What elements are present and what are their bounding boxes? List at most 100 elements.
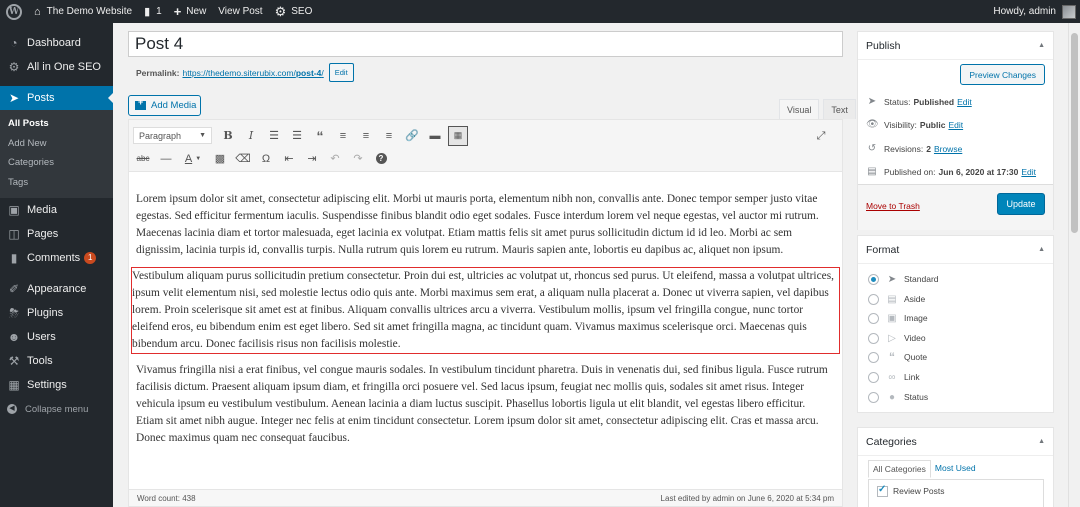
sidebar-item-label: Pages xyxy=(27,228,59,240)
edit-date-link[interactable]: Edit xyxy=(1021,167,1036,177)
format-option-image[interactable]: ▣ Image xyxy=(868,311,928,325)
undo-button[interactable]: ↶ xyxy=(325,149,345,169)
format-option-status[interactable]: ● Status xyxy=(868,390,928,404)
submenu-categories[interactable]: Categories xyxy=(0,153,113,173)
radio-button[interactable] xyxy=(868,371,879,383)
sidebar-item-posts[interactable]: ➤ Posts xyxy=(0,86,113,110)
radio-button[interactable] xyxy=(868,332,879,344)
sidebar-item-pages[interactable]: ◫ Pages xyxy=(0,222,113,246)
read-more-button[interactable]: ▬ xyxy=(425,126,445,146)
update-button[interactable]: Update xyxy=(997,193,1045,215)
new-content-menu[interactable]: + New xyxy=(168,0,213,23)
collapse-arrow-icon: ▲ xyxy=(1038,246,1045,253)
categories-list: Review Posts xyxy=(868,479,1044,507)
align-right-button[interactable]: ≡ xyxy=(379,126,399,146)
radio-button[interactable] xyxy=(868,293,879,305)
sidebar-item-comments[interactable]: ▮ Comments 1 xyxy=(0,246,113,270)
format-option-video[interactable]: ▷ Video xyxy=(868,331,926,345)
avatar xyxy=(1062,4,1076,19)
editor-content[interactable]: Lorem ipsum dolor sit amet, consectetur … xyxy=(129,172,842,447)
radio-button[interactable] xyxy=(868,391,879,403)
tab-most-used[interactable]: Most Used xyxy=(931,460,980,478)
blockquote-button[interactable]: “ xyxy=(310,126,330,146)
image-icon: ▣ xyxy=(887,312,897,324)
align-center-button[interactable]: ≡ xyxy=(356,126,376,146)
radio-button[interactable] xyxy=(868,351,879,363)
category-label: Review Posts xyxy=(893,486,945,496)
tab-all-categories[interactable]: All Categories xyxy=(868,460,931,478)
site-name-link[interactable]: ⌂ The Demo Website xyxy=(28,0,138,23)
publish-box-header[interactable]: Publish ▲ xyxy=(858,32,1053,60)
format-box-header[interactable]: Format ▲ xyxy=(858,236,1053,264)
submenu-add-new[interactable]: Add New xyxy=(0,134,113,154)
decrease-indent-button[interactable]: ⇤ xyxy=(279,149,299,169)
move-to-trash-link[interactable]: Move to Trash xyxy=(866,201,920,211)
tab-text[interactable]: Text xyxy=(823,99,856,119)
preview-changes-button[interactable]: Preview Changes xyxy=(960,64,1045,85)
paste-as-text-button[interactable]: ▩ xyxy=(210,149,230,169)
chevron-down-icon: ▼ xyxy=(199,132,206,139)
outdent-icon: ⇤ xyxy=(284,153,294,165)
align-left-icon: ≡ xyxy=(339,129,347,142)
tab-visual[interactable]: Visual xyxy=(779,99,820,119)
indent-icon: ⇥ xyxy=(307,153,317,165)
seo-menu[interactable]: ⚙ SEO xyxy=(269,0,319,23)
format-option-link[interactable]: ∞ Link xyxy=(868,370,920,384)
special-character-button[interactable]: Ω xyxy=(256,149,276,169)
sidebar-item-plugins[interactable]: ⛈ Plugins xyxy=(0,301,113,325)
insert-link-button[interactable]: 🔗 xyxy=(402,126,422,146)
format-option-standard[interactable]: ➤ Standard xyxy=(868,272,939,286)
highlighted-paragraph[interactable]: Vestibulum aliquam purus sollicitudin pr… xyxy=(131,267,840,354)
account-menu[interactable]: Howdy, admin xyxy=(987,0,1080,23)
distraction-free-button[interactable]: ⤢ xyxy=(811,126,831,146)
submenu-all-posts[interactable]: All Posts xyxy=(0,114,113,134)
browse-revisions-link[interactable]: Browse xyxy=(934,144,962,154)
wordpress-logo-button[interactable]: W xyxy=(0,0,28,23)
content-paragraph[interactable]: Lorem ipsum dolor sit amet, consectetur … xyxy=(136,191,835,259)
edit-visibility-link[interactable]: Edit xyxy=(948,120,963,130)
sidebar-item-dashboard[interactable]: ◔ Dashboard xyxy=(0,31,113,55)
category-checkbox[interactable] xyxy=(877,484,888,497)
redo-button[interactable]: ↷ xyxy=(348,149,368,169)
eraser-icon: ⌫ xyxy=(235,153,251,165)
italic-button[interactable]: I xyxy=(241,126,261,146)
align-left-button[interactable]: ≡ xyxy=(333,126,353,146)
comments-link[interactable]: ▮ 1 xyxy=(138,0,168,23)
permalink-link[interactable]: https://thedemo.siterubix.com/post-4/ xyxy=(182,68,323,78)
format-select[interactable]: Paragraph ▼ xyxy=(133,127,212,144)
sidebar-item-all-in-one-seo[interactable]: ⚙ All in One SEO xyxy=(0,55,113,79)
sidebar-item-appearance[interactable]: ✐ Appearance xyxy=(0,277,113,301)
quote-icon: “ xyxy=(889,350,895,364)
numbered-list-button[interactable]: ☰ xyxy=(287,126,307,146)
radio-button[interactable] xyxy=(868,312,879,324)
submenu-tags[interactable]: Tags xyxy=(0,173,113,193)
text-color-button[interactable]: A ▼ xyxy=(179,149,207,169)
radio-button[interactable] xyxy=(868,273,879,285)
add-media-button[interactable]: Add Media xyxy=(128,95,201,116)
sidebar-item-users[interactable]: ☻ Users xyxy=(0,325,113,349)
toolbar-toggle-button[interactable]: ▦ xyxy=(448,125,468,146)
scrollbar-thumb[interactable] xyxy=(1071,33,1078,233)
post-title-input[interactable] xyxy=(128,31,843,57)
collapse-menu-button[interactable]: ◀ Collapse menu xyxy=(0,397,113,421)
bullet-list-button[interactable]: ☰ xyxy=(264,126,284,146)
categories-box-header[interactable]: Categories ▲ xyxy=(858,428,1053,456)
page-scrollbar[interactable] xyxy=(1068,23,1080,507)
view-post-link[interactable]: View Post xyxy=(212,0,268,23)
edit-status-link[interactable]: Edit xyxy=(957,97,972,107)
bold-button[interactable]: B xyxy=(218,126,238,146)
strikethrough-button[interactable]: abc xyxy=(133,149,153,169)
edit-permalink-button[interactable]: Edit xyxy=(328,63,354,82)
increase-indent-button[interactable]: ⇥ xyxy=(302,149,322,169)
clear-formatting-button[interactable]: ⌫ xyxy=(233,149,253,169)
sidebar-item-settings[interactable]: ▦ Settings xyxy=(0,373,113,397)
sidebar-item-tools[interactable]: ⚒ Tools xyxy=(0,349,113,373)
sidebar-item-media[interactable]: ▣ Media xyxy=(0,198,113,222)
sidebar-item-label: Media xyxy=(27,204,57,216)
italic-icon: I xyxy=(248,129,254,142)
format-option-quote[interactable]: “ Quote xyxy=(868,350,927,364)
format-option-aside[interactable]: ▤ Aside xyxy=(868,292,925,306)
horizontal-line-button[interactable]: — xyxy=(156,149,176,169)
help-button[interactable]: ? xyxy=(371,149,391,169)
content-paragraph[interactable]: Vivamus fringilla nisi a erat finibus, v… xyxy=(136,362,835,447)
